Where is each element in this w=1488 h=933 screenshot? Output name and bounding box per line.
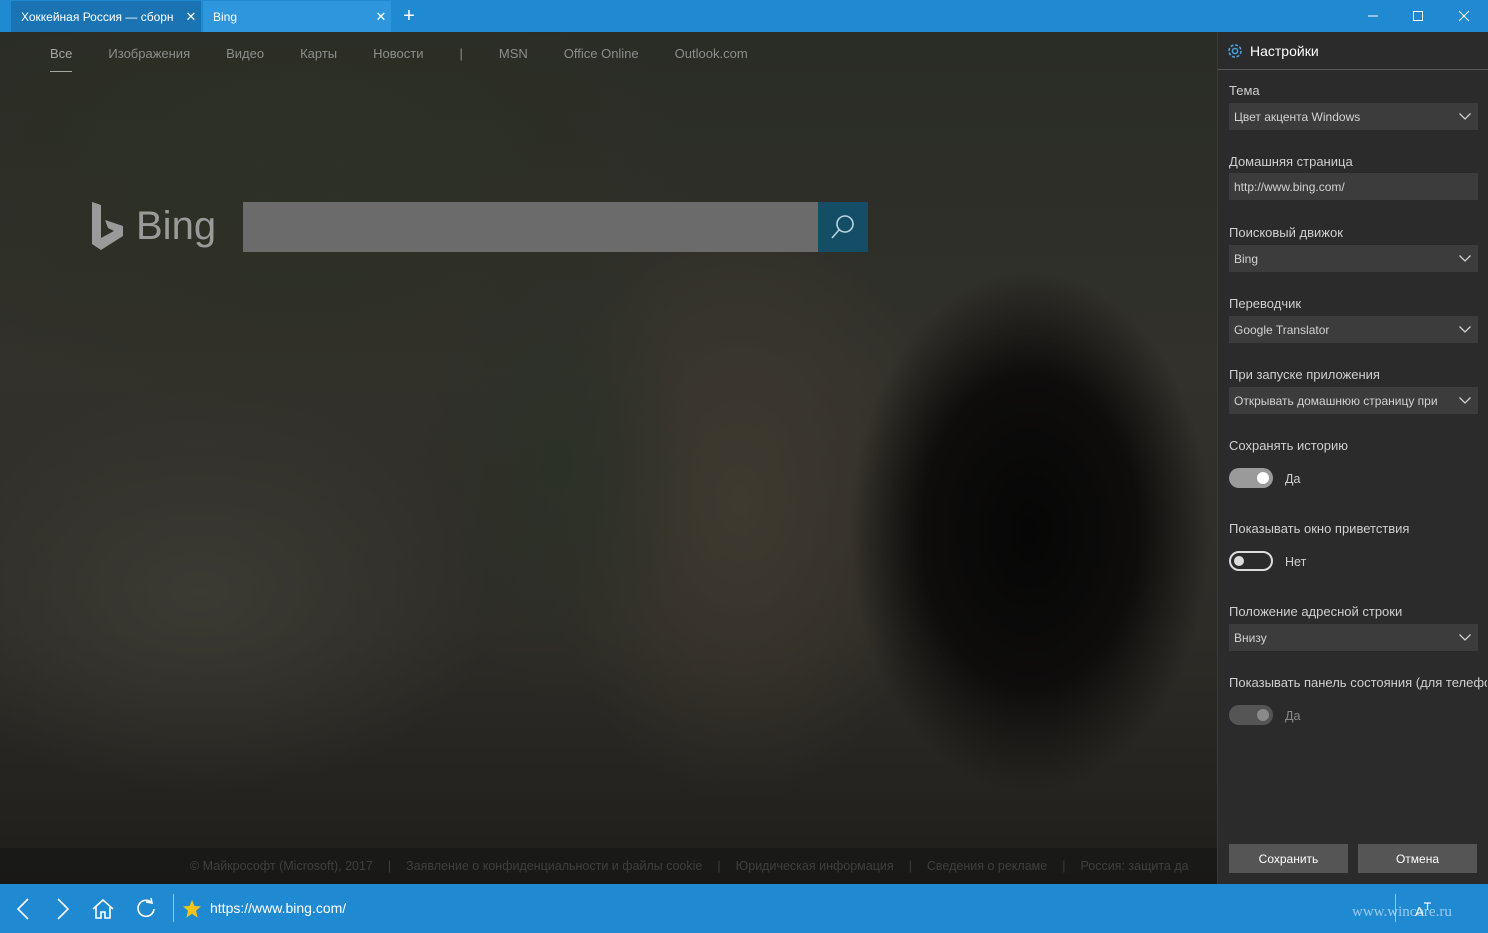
minimize-icon	[1368, 15, 1378, 17]
nav-office[interactable]: Office Online	[564, 46, 639, 72]
maximize-button[interactable]	[1395, 0, 1441, 32]
close-window-button[interactable]	[1441, 0, 1487, 32]
statusbar-toggle[interactable]	[1229, 705, 1273, 725]
settings-panel: Настройки Тема Цвет акцента Windows Дома…	[1217, 32, 1488, 884]
tab-bing[interactable]: Bing ✕	[203, 1, 391, 32]
star-icon	[183, 900, 201, 918]
address-bar-label: Положение адресной строки	[1229, 604, 1403, 619]
forward-button[interactable]	[50, 896, 76, 922]
nav-divider: |	[459, 46, 463, 61]
close-icon[interactable]: ✕	[181, 9, 201, 25]
footer-sep: |	[1062, 859, 1066, 873]
cancel-button[interactable]: Отмена	[1358, 844, 1477, 873]
footer-sep: |	[717, 859, 721, 873]
home-button[interactable]	[90, 896, 116, 922]
footer-ads-link[interactable]: Сведения о рекламе	[927, 859, 1047, 873]
chevron-down-icon	[1452, 113, 1478, 120]
homepage-input[interactable]: http://www.bing.com/	[1229, 173, 1478, 200]
footer-russia-link[interactable]: Россия: защита да	[1080, 859, 1188, 873]
address-bar-value: Внизу	[1234, 630, 1267, 645]
bing-footer: © Майкрософт (Microsoft), 2017 | Заявлен…	[0, 848, 1217, 884]
translator-label: Переводчик	[1229, 296, 1302, 311]
history-toggle[interactable]	[1229, 468, 1273, 488]
nav-news[interactable]: Новости	[373, 46, 423, 72]
footer-copyright: © Майкрософт (Microsoft), 2017	[190, 859, 373, 873]
address-bar[interactable]: https://www.bing.com/	[210, 900, 346, 916]
minimize-button[interactable]	[1350, 0, 1396, 32]
back-icon	[16, 898, 29, 920]
history-state: Да	[1285, 472, 1301, 486]
bing-b-icon	[92, 202, 123, 250]
forward-icon	[57, 898, 70, 920]
translator-select[interactable]: Google Translator	[1229, 316, 1478, 343]
toggle-knob	[1257, 472, 1269, 484]
toggle-knob	[1234, 556, 1244, 566]
nav-video[interactable]: Видео	[226, 46, 264, 72]
homepage-label: Домашняя страница	[1229, 154, 1353, 169]
tab-hockey[interactable]: Хоккейная Россия — сборн ✕	[11, 1, 201, 32]
tab-label: Bing	[213, 9, 238, 24]
close-icon[interactable]: ✕	[371, 9, 391, 25]
new-tab-button[interactable]: +	[398, 5, 420, 27]
bing-logo-text: Bing	[136, 203, 217, 248]
chevron-down-icon	[1452, 255, 1478, 262]
search-engine-select[interactable]: Bing	[1229, 245, 1478, 272]
bing-nav: Все Изображения Видео Карты Новости | MS…	[50, 46, 784, 72]
refresh-icon	[137, 898, 155, 918]
bottom-toolbar: https://www.bing.com/ A www.wincore.ru	[0, 884, 1488, 933]
search-button[interactable]	[818, 202, 868, 252]
settings-title: Настройки	[1250, 42, 1319, 59]
settings-header: Настройки	[1218, 32, 1488, 70]
watermark: www.wincore.ru	[1352, 904, 1452, 920]
toolbar-divider	[173, 894, 174, 922]
bing-logo[interactable]: Bing	[90, 202, 216, 250]
theme-label: Тема	[1229, 83, 1260, 98]
search-engine-label: Поисковый движок	[1229, 225, 1343, 240]
nav-all[interactable]: Все	[50, 46, 73, 72]
startup-label: При запуске приложения	[1229, 367, 1380, 382]
chevron-down-icon	[1452, 634, 1478, 641]
history-label: Сохранять историю	[1229, 438, 1349, 453]
search-icon	[831, 215, 854, 239]
home-icon	[92, 899, 114, 919]
nav-outlook[interactable]: Outlook.com	[675, 46, 748, 72]
nav-images[interactable]: Изображения	[108, 46, 190, 72]
toggle-knob	[1257, 709, 1269, 721]
footer-sep: |	[908, 859, 912, 873]
statusbar-label: Показывать панель состояния (для телефо	[1229, 675, 1487, 690]
address-bar-select[interactable]: Внизу	[1229, 624, 1478, 651]
theme-select[interactable]: Цвет акцента Windows	[1229, 103, 1478, 130]
maximize-icon	[1413, 11, 1423, 21]
welcome-state: Нет	[1285, 555, 1307, 569]
chevron-down-icon	[1452, 397, 1478, 404]
search-input[interactable]	[243, 202, 818, 252]
nav-maps[interactable]: Карты	[300, 46, 337, 72]
theme-value: Цвет акцента Windows	[1234, 109, 1361, 124]
search-engine-value: Bing	[1234, 251, 1259, 266]
startup-select[interactable]: Открывать домашнюю страницу при	[1229, 387, 1478, 414]
footer-legal-link[interactable]: Юридическая информация	[736, 859, 894, 873]
footer-privacy-link[interactable]: Заявление о конфиденциальности и файлы c…	[406, 859, 702, 873]
welcome-label: Показывать окно приветствия	[1229, 521, 1410, 536]
close-icon	[1458, 10, 1470, 22]
tab-label: Хоккейная Россия — сборн	[21, 9, 174, 24]
welcome-toggle[interactable]	[1229, 551, 1273, 571]
chevron-down-icon	[1452, 326, 1478, 333]
favorite-button[interactable]	[179, 896, 205, 922]
nav-msn[interactable]: MSN	[499, 46, 528, 72]
web-content: Все Изображения Видео Карты Новости | MS…	[0, 32, 1217, 884]
startup-value: Открывать домашнюю страницу при	[1234, 393, 1438, 408]
refresh-button[interactable]	[133, 896, 159, 922]
title-bar: Хоккейная Россия — сборн ✕ Bing ✕ +	[0, 0, 1488, 32]
save-button[interactable]: Сохранить	[1229, 844, 1348, 873]
statusbar-state: Да	[1285, 709, 1301, 723]
footer-sep: |	[387, 859, 392, 873]
translator-value: Google Translator	[1234, 322, 1330, 337]
back-button[interactable]	[10, 896, 36, 922]
gear-icon	[1226, 42, 1244, 60]
